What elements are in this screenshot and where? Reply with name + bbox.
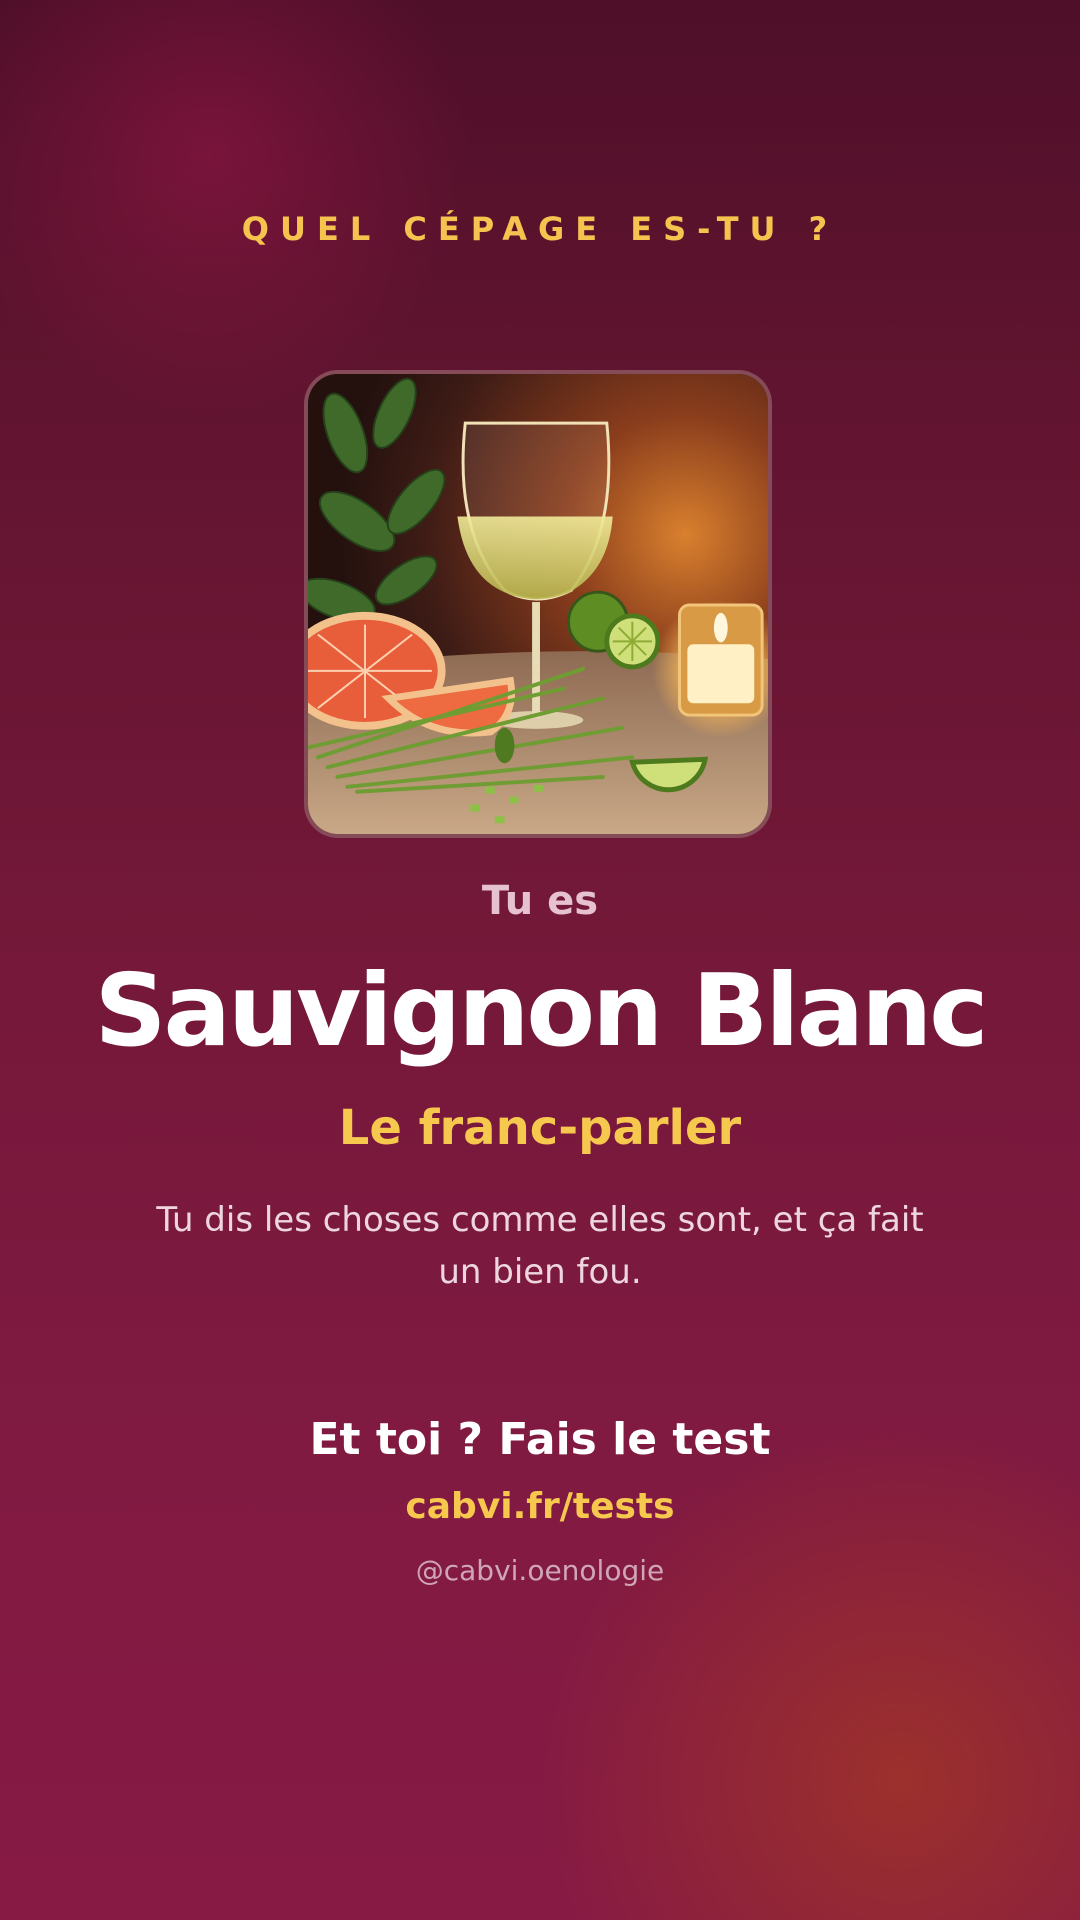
personality-description: Tu dis les choses comme elles sont, et ç… (156, 1200, 924, 1292)
call-to-action: Et toi ? Fais le test (309, 1414, 771, 1465)
personality-tagline: Le franc-parler (338, 1100, 742, 1156)
test-link[interactable]: cabvi.fr/tests (0, 1486, 1080, 1527)
result-illustration (304, 370, 772, 838)
story-card: QUEL CÉPAGE ES-TU ? Tu es Sauvignon Blan… (0, 0, 1080, 1920)
quiz-kicker: QUEL CÉPAGE ES-TU ? (241, 210, 839, 248)
grape-variety-title: Sauvignon Blanc (94, 952, 988, 1069)
result-intro: Tu es (481, 878, 599, 924)
social-handle: @cabvi.oenologie (415, 1554, 665, 1587)
wine-still-life-image (308, 374, 768, 834)
